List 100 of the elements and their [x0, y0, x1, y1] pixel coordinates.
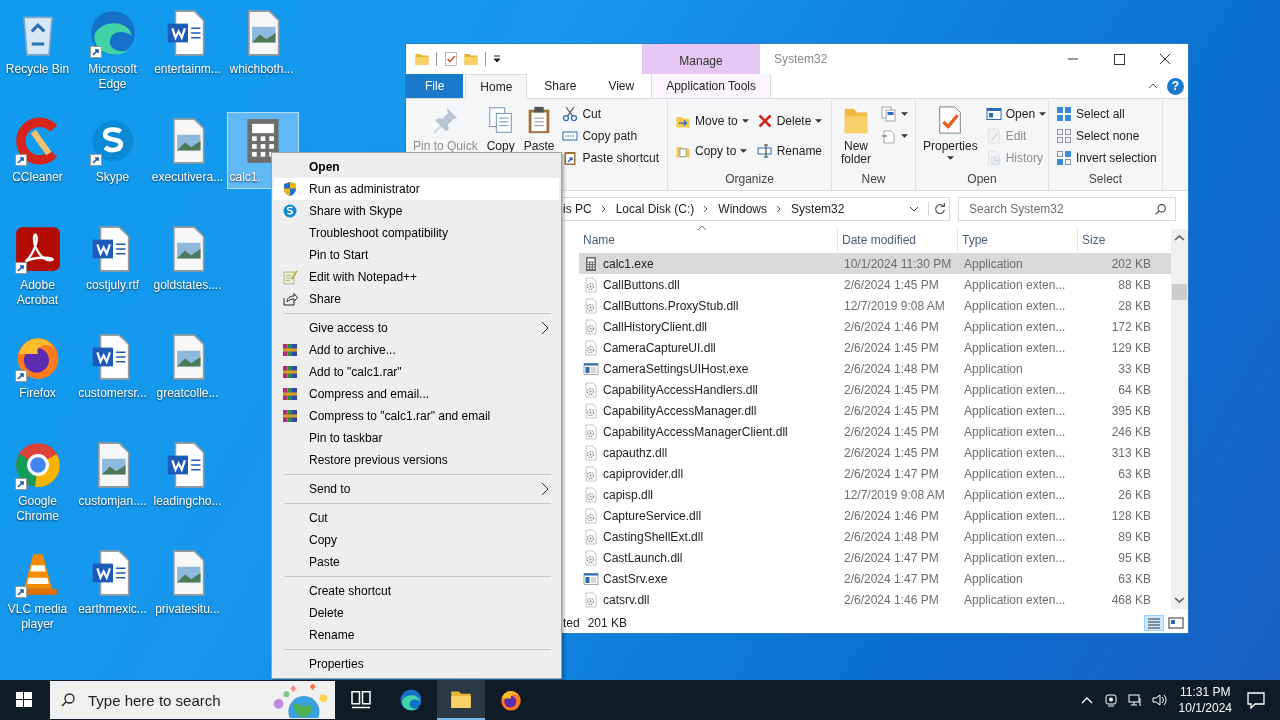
column-label: Name	[583, 233, 615, 247]
icon-label: leadingcho...	[153, 494, 222, 509]
menu-item[interactable]: Compress to "calc1.rar" and email	[274, 405, 559, 427]
date-cell-text: 12/7/2019 9:08 AM	[843, 298, 946, 313]
file-row[interactable]: capiprovider.dll 2/6/2024 1:47 PM Application exten... 63 KB	[579, 463, 1171, 484]
menu-item[interactable]: Rename	[274, 624, 559, 646]
scrollbar[interactable]	[1171, 229, 1188, 609]
menu-item[interactable]: Pin to taskbar	[274, 427, 559, 449]
file-row[interactable]: CaptureService.dll 2/6/2024 1:46 PM Application exten... 128 KB	[579, 505, 1171, 526]
ribbon-tab[interactable]: File	[406, 74, 464, 98]
search-field[interactable]: Search System32	[958, 197, 1176, 221]
file-row[interactable]: CallButtons.dll 2/6/2024 1:45 PM Application exten... 88 KB	[579, 274, 1171, 295]
gear-document-icon	[583, 465, 599, 482]
menu-item[interactable]: Send to	[274, 478, 559, 500]
menu-item[interactable]: Edit with Notepad++	[274, 266, 559, 288]
ribbon-button[interactable]: Delete	[753, 110, 826, 132]
network-icon[interactable]	[1126, 692, 1143, 708]
file-row[interactable]: CapabilityAccessManagerClient.dll 2/6/2024 1:45 PM Application exten... 246 KB	[579, 421, 1171, 442]
menu-item[interactable]: Properties	[274, 653, 559, 675]
file-row[interactable]: CallButtons.ProxyStub.dll 12/7/2019 9:08 AM Application exten... 28 KB	[579, 295, 1171, 316]
file-row[interactable]: CastLaunch.dll 2/6/2024 1:47 PM Application exten... 95 KB	[579, 547, 1171, 568]
size-cell-text: 88 KB	[1117, 277, 1152, 292]
ribbon-tab[interactable]: Home	[465, 74, 528, 99]
file-row[interactable]: CapabilityAccessManager.dll 2/6/2024 1:45 PM Application exten... 395 KB	[579, 400, 1171, 421]
breadcrumb[interactable]: is PC	[563, 202, 592, 216]
menu-item[interactable]: Pin to Start	[274, 244, 559, 266]
file-row[interactable]: capisp.dll 12/7/2019 9:08 AM Application exten... 26 KB	[579, 484, 1171, 505]
ribbon-tab[interactable]: Application Tools	[651, 74, 772, 98]
invert-selection-icon	[1056, 150, 1072, 166]
file-name: CallButtons.ProxyStub.dll	[603, 298, 739, 313]
address-bar[interactable]: is PC Local Disk (C:) Windows System32	[563, 197, 950, 221]
breadcrumb[interactable]: Local Disk (C:)	[615, 202, 695, 216]
notification-icon[interactable]	[1246, 690, 1266, 710]
ribbon-button[interactable]: Select all	[1053, 103, 1160, 125]
ribbon-button[interactable]: Cut	[559, 103, 663, 125]
select-all-icon	[1056, 106, 1072, 122]
date-cell-text: 2/6/2024 1:45 PM	[843, 277, 940, 292]
menu-item[interactable]: Share	[274, 288, 559, 310]
menu-item[interactable]: Add to "calc1.rar"	[274, 361, 559, 383]
menu-item[interactable]: Delete	[274, 602, 559, 624]
ribbon-button[interactable]: Copy to	[672, 140, 752, 162]
ribbon-button[interactable]: Move to	[672, 110, 752, 132]
dropdown-icon[interactable]	[909, 206, 919, 212]
menu-item[interactable]: Paste	[274, 551, 559, 573]
menu-item[interactable]: Give access to	[274, 317, 559, 339]
ribbon-button[interactable]	[878, 103, 911, 125]
breadcrumb[interactable]: Windows	[718, 202, 768, 216]
menu-item[interactable]: Cut	[274, 507, 559, 529]
ribbon-tab[interactable]: Share	[529, 74, 592, 98]
caret-icon	[741, 118, 749, 124]
file-row[interactable]: catsrv.dll 2/6/2024 1:46 PM Application exten... 468 KB	[579, 589, 1171, 610]
menu-item[interactable]: Share with Skype	[274, 200, 559, 222]
icon-label: Microsoft Edge	[87, 62, 138, 92]
menu-item[interactable]: Create shortcut	[274, 580, 559, 602]
clock-time[interactable]: 11:31 PM	[1180, 684, 1231, 700]
column-header[interactable]: Name	[579, 229, 838, 251]
ribbon-button[interactable]: Properties	[920, 102, 981, 172]
clock-date[interactable]: 10/1/2024	[1178, 700, 1232, 716]
ribbon-button[interactable]: Rename	[753, 140, 826, 162]
file-row[interactable]: calc1.exe 10/1/2024 11:30 PM Application 202 KB	[579, 253, 1171, 274]
ribbon-button[interactable]: Invert selection	[1053, 147, 1160, 169]
menu-item[interactable]: Copy	[274, 529, 559, 551]
easy-access-icon	[881, 128, 897, 144]
menu-item[interactable]: Troubleshoot compatibility	[274, 222, 559, 244]
column-header[interactable]: Date modified	[838, 229, 958, 251]
breadcrumb[interactable]: System32	[791, 202, 845, 216]
menu-item[interactable]: Add to archive...	[274, 339, 559, 361]
file-row[interactable]: CameraSettingsUIHost.exe 2/6/2024 1:48 PM Application 33 KB	[579, 358, 1171, 379]
ribbon-button[interactable]: Copy path	[559, 125, 663, 147]
help-button[interactable]: ?	[1167, 77, 1184, 95]
group-label: Select	[1087, 172, 1124, 188]
column-header[interactable]: Size	[1078, 229, 1154, 251]
column-header[interactable]: Type	[958, 229, 1078, 251]
taskbar-search-field[interactable]: Type here to search	[50, 681, 335, 719]
ribbon-tab[interactable]: View	[593, 74, 650, 98]
file-row[interactable]: CameraCaptureUI.dll 2/6/2024 1:45 PM Application exten... 129 KB	[579, 337, 1171, 358]
menu-item[interactable]: Compress and email...	[274, 383, 559, 405]
chat-logo-icon	[282, 203, 298, 219]
ribbon-button[interactable]: Select none	[1053, 125, 1160, 147]
checkmark-document-icon[interactable]	[443, 51, 459, 67]
paste-shortcut-icon	[562, 150, 579, 166]
file-row[interactable]: capauthz.dll 2/6/2024 1:45 PM Application exten... 313 KB	[579, 442, 1171, 463]
customize-dropdown-icon[interactable]	[492, 54, 502, 64]
ribbon-button[interactable]: New folder	[836, 102, 876, 172]
details-view-icon[interactable]	[1144, 614, 1164, 631]
file-row[interactable]: CastSrv.exe 2/6/2024 1:47 PM Application 63 KB	[579, 568, 1171, 589]
file-name: CastLaunch.dll	[603, 550, 683, 565]
volume-icon[interactable]	[1150, 692, 1167, 708]
file-row[interactable]: CallHistoryClient.dll 2/6/2024 1:46 PM Application exten... 172 KB	[579, 316, 1171, 337]
menu-item[interactable]: Run as administrator	[274, 178, 559, 200]
path-icon	[562, 128, 579, 144]
refresh-icon[interactable]	[928, 202, 947, 216]
menu-item[interactable]: Restore previous versions	[274, 449, 559, 471]
tiles-view-icon[interactable]	[1166, 614, 1186, 631]
search-input[interactable]: Type here to search	[86, 690, 267, 710]
ribbon-button[interactable]: Open	[982, 103, 1050, 125]
file-row[interactable]: CastingShellExt.dll 2/6/2024 1:48 PM Application exten... 89 KB	[579, 526, 1171, 547]
webcam-icon[interactable]	[1102, 692, 1119, 708]
taskbar-app[interactable]	[437, 680, 485, 720]
file-row[interactable]: CapabilityAccessHandlers.dll 2/6/2024 1:45 PM Application exten... 64 KB	[579, 379, 1171, 400]
